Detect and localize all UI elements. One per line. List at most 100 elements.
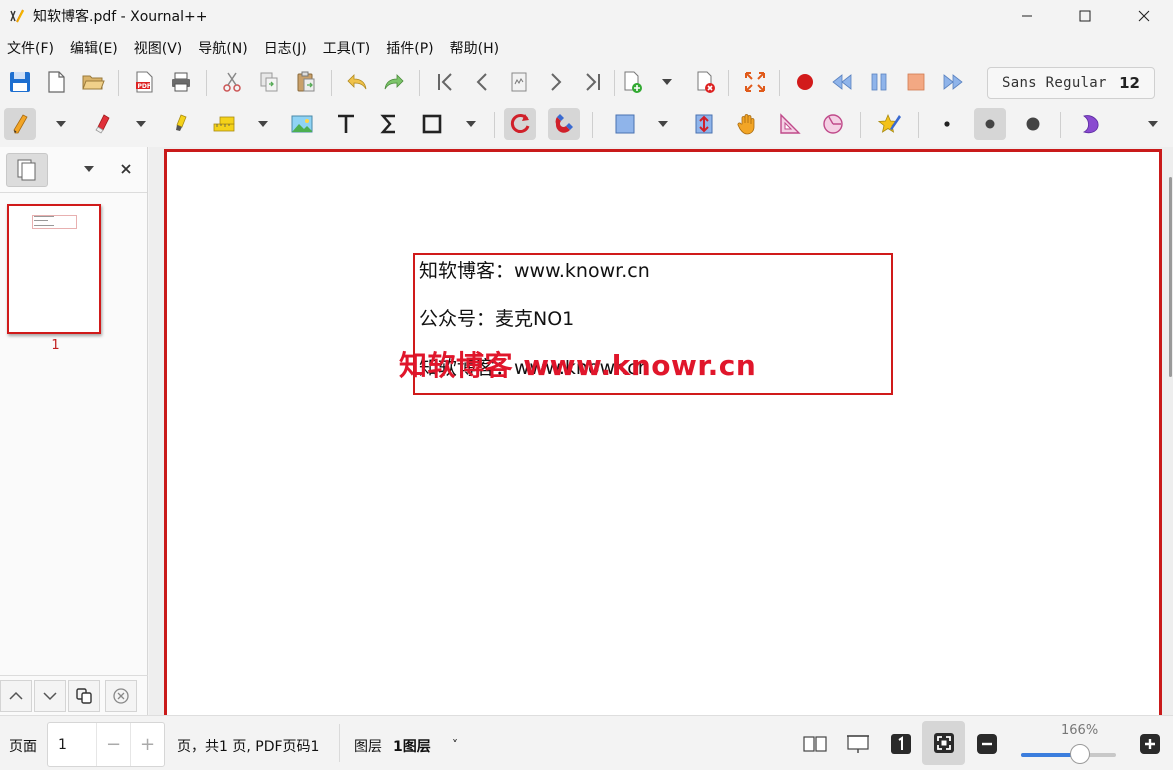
shape-tool-button[interactable]: [416, 108, 448, 140]
maximize-button[interactable]: [1056, 0, 1114, 32]
text-line-1[interactable]: 知软博客：www.knowr.cn: [419, 256, 650, 283]
fullscreen-icon: [745, 72, 765, 92]
size-medium-button[interactable]: [974, 108, 1006, 140]
zoom-slider-knob[interactable]: [1069, 744, 1090, 764]
text-highlight-tool-button[interactable]: [208, 108, 240, 140]
save-button[interactable]: [4, 66, 36, 98]
pause-button[interactable]: [863, 66, 895, 98]
snap-grid-button[interactable]: [548, 108, 580, 140]
maximize-icon: [1079, 10, 1091, 22]
move-page-up-button[interactable]: [0, 680, 32, 712]
eraser-icon: [95, 114, 110, 134]
page-number-input[interactable]: 1: [48, 737, 96, 753]
menu-edit[interactable]: 编辑(E): [70, 38, 118, 58]
redo-button[interactable]: [378, 66, 410, 98]
menu-help[interactable]: 帮助(H): [450, 38, 499, 58]
open-button[interactable]: [77, 66, 109, 98]
setsquare-button[interactable]: [774, 108, 806, 140]
delete-page-sidebar-button[interactable]: [105, 680, 137, 712]
vertical-space-button[interactable]: [688, 108, 720, 140]
insert-page-dropdown[interactable]: [658, 66, 676, 98]
highlighter-tool-button[interactable]: [164, 108, 196, 140]
sidebar-view-dropdown[interactable]: [80, 159, 98, 179]
rewind-button[interactable]: [826, 66, 858, 98]
first-page-button[interactable]: [429, 66, 461, 98]
pen-dropdown[interactable]: [52, 108, 70, 140]
shape-dropdown[interactable]: [462, 108, 480, 140]
color-button[interactable]: [1074, 108, 1106, 140]
menu-navigation[interactable]: 导航(N): [198, 38, 247, 58]
last-page-button[interactable]: [577, 66, 609, 98]
menu-tools[interactable]: 工具(T): [323, 38, 370, 58]
font-selector-button[interactable]: Sans Regular 12: [987, 67, 1155, 99]
undo-button[interactable]: [341, 66, 373, 98]
image-tool-button[interactable]: [286, 108, 318, 140]
page-decrement-button[interactable]: −: [96, 723, 130, 766]
menu-journal[interactable]: 日志(J): [264, 38, 307, 58]
page-thumbnail[interactable]: [7, 204, 101, 334]
print-button[interactable]: [165, 66, 197, 98]
new-document-button[interactable]: [40, 66, 72, 98]
document-page[interactable]: 知软博客：www.knowr.cn 公众号：麦克NO1 知软博客：www.kno…: [164, 149, 1162, 715]
paste-button[interactable]: [290, 66, 322, 98]
dual-page-button[interactable]: [801, 730, 829, 758]
copy-page-button[interactable]: [68, 680, 100, 712]
favorite-pen-button[interactable]: [874, 108, 906, 140]
zoom-slider[interactable]: [1021, 744, 1116, 764]
latex-tool-button[interactable]: [373, 108, 405, 140]
scissors-icon: [223, 72, 241, 92]
zoom-out-button[interactable]: [973, 730, 1001, 758]
select-dropdown[interactable]: [654, 108, 672, 140]
copy-button[interactable]: [253, 66, 285, 98]
fast-forward-icon: [943, 74, 963, 90]
compass-button[interactable]: [817, 108, 849, 140]
menu-plugins[interactable]: 插件(P): [386, 38, 433, 58]
cut-button[interactable]: [216, 66, 248, 98]
goto-page-button[interactable]: [503, 66, 535, 98]
fullscreen-button[interactable]: [739, 66, 771, 98]
select-rectangle-button[interactable]: [609, 108, 641, 140]
insert-page-button[interactable]: [616, 66, 648, 98]
vertical-scrollbar[interactable]: [1169, 177, 1172, 377]
export-pdf-button[interactable]: PDF: [128, 66, 160, 98]
zoom-in-button[interactable]: [1136, 730, 1164, 758]
stop-button[interactable]: [900, 66, 932, 98]
dot-medium-icon: [985, 119, 995, 129]
zoom-fit-button[interactable]: [922, 721, 965, 765]
pen-tool-button[interactable]: [4, 108, 36, 140]
presentation-mode-button[interactable]: [844, 730, 872, 758]
menu-view[interactable]: 视图(V): [134, 38, 183, 58]
size-thick-button[interactable]: [1017, 108, 1049, 140]
next-page-button[interactable]: [540, 66, 572, 98]
page-increment-button[interactable]: +: [130, 723, 164, 766]
previous-page-button[interactable]: [466, 66, 498, 98]
hand-tool-button[interactable]: [731, 108, 763, 140]
move-page-down-button[interactable]: [34, 680, 66, 712]
main-toolbar: PDF Sans Regular 12: [0, 62, 1173, 102]
close-sidebar-button[interactable]: [116, 159, 136, 179]
dropdown-arrow-icon: [658, 121, 668, 127]
zoom-100-button[interactable]: [887, 730, 915, 758]
minimize-button[interactable]: [998, 0, 1056, 32]
toolbar-overflow-dropdown[interactable]: [1144, 108, 1162, 140]
page-preview-tab[interactable]: [6, 153, 48, 187]
text-tool-button[interactable]: [330, 108, 362, 140]
text-line-2[interactable]: 公众号：麦克NO1: [419, 304, 574, 331]
document-canvas[interactable]: 知软博客：www.knowr.cn 公众号：麦克NO1 知软博客：www.kno…: [149, 147, 1173, 715]
highlight-dropdown[interactable]: [254, 108, 272, 140]
menu-file[interactable]: 文件(F): [7, 38, 54, 58]
shape-recognizer-button[interactable]: [504, 108, 536, 140]
window-title: 知软博客.pdf - Xournal++: [33, 9, 208, 25]
record-button[interactable]: [789, 66, 821, 98]
thumbnail-text-box: [32, 215, 77, 229]
close-window-button[interactable]: [1115, 0, 1173, 32]
undo-icon: [347, 74, 367, 90]
layer-dropdown-chevron[interactable]: ˅: [452, 738, 458, 752]
layer-selector[interactable]: 1图层: [393, 736, 431, 756]
fast-forward-button[interactable]: [937, 66, 969, 98]
size-fine-button[interactable]: [931, 108, 963, 140]
delete-page-button[interactable]: [689, 66, 721, 98]
eraser-tool-button[interactable]: [86, 108, 118, 140]
font-name: Sans Regular: [1002, 75, 1107, 91]
eraser-dropdown[interactable]: [132, 108, 150, 140]
